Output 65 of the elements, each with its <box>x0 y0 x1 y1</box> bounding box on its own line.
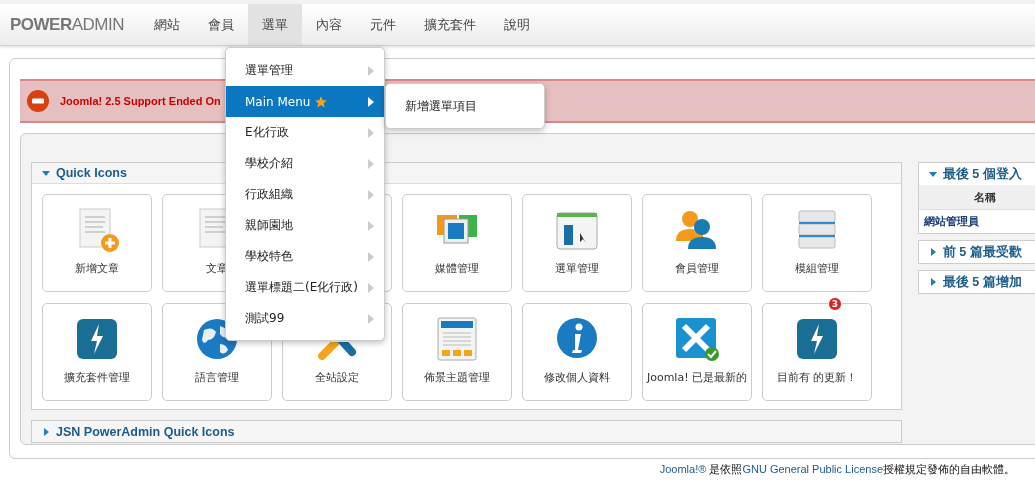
card-label: 語言管理 <box>195 370 239 385</box>
card-label: 媒體管理 <box>435 261 479 276</box>
caret-icon <box>368 65 374 76</box>
caret-icon <box>368 282 374 293</box>
nav-item[interactable]: 說明 <box>490 4 544 45</box>
caret-icon <box>368 313 374 324</box>
card-label: 修改個人資料 <box>544 370 610 385</box>
caret-icon <box>368 158 374 169</box>
quick-icon-card[interactable]: 選單管理 <box>522 194 632 292</box>
caret-icon <box>368 127 374 138</box>
menu-item-label: Main Menu <box>245 94 311 109</box>
quick-icon-card[interactable]: 擴充套件管理 <box>42 303 152 401</box>
disclosure-triangle-icon <box>42 169 50 177</box>
panel-header[interactable]: JSN PowerAdmin Quick Icons <box>32 421 901 442</box>
card-label: 會員管理 <box>675 261 719 276</box>
license-link[interactable]: GNU General Public License <box>742 463 883 475</box>
quick-icon-card[interactable]: 模組管理 <box>762 194 872 292</box>
menu-item[interactable]: 選單管理 <box>226 55 384 86</box>
disclosure-triangle-icon <box>928 248 937 256</box>
nav-item[interactable]: 選單 <box>248 4 302 45</box>
panel-title: JSN PowerAdmin Quick Icons <box>56 424 235 439</box>
disclosure-triangle-icon <box>928 278 937 286</box>
logo: POWERADMIN <box>9 13 125 36</box>
card-label: 選單管理 <box>555 261 599 276</box>
disclosure-triangle-icon <box>928 170 937 178</box>
count-badge: 3 <box>828 297 842 311</box>
caret-icon <box>368 189 374 200</box>
panel-title: 最後 5 篇增加 <box>942 273 1022 291</box>
nav-item[interactable]: 擴充套件 <box>410 4 490 45</box>
card-label: 佈景主題管理 <box>424 370 490 385</box>
panel-title: Quick Icons <box>56 166 127 180</box>
quick-icon-card[interactable]: 新增文章 <box>42 194 152 292</box>
card-label: 模組管理 <box>795 261 839 276</box>
alert-message: Joomla! 2.5 Support Ended On <box>60 95 221 107</box>
panel-title: 最後 5 個登入 <box>942 165 1022 183</box>
caret-icon <box>368 220 374 231</box>
quick-icon-card[interactable]: 會員管理 <box>642 194 752 292</box>
caret-icon <box>368 96 374 107</box>
menu-item[interactable]: Main Menu <box>226 86 384 117</box>
menu-item[interactable]: E化行政 <box>226 117 384 148</box>
card-label: Joomla! 已是最新的 <box>646 370 748 385</box>
card-label: 擴充套件管理 <box>64 370 130 385</box>
footer-text: Joomla!® 是依照GNU General Public License授權規定發佈的自由軟體。 <box>659 462 1015 477</box>
card-label: 全站設定 <box>315 370 359 385</box>
table-cell: 網站管理員 <box>918 209 1035 233</box>
tools-icon <box>316 342 358 362</box>
quick-icon-card[interactable]: 修改個人資料 <box>522 303 632 401</box>
nav-item[interactable]: 元件 <box>356 4 410 45</box>
quick-icon-card[interactable]: Joomla! 已是最新的 <box>642 303 752 401</box>
joomla-link[interactable]: Joomla!® <box>659 463 707 475</box>
submenu-item[interactable]: 新增選單項目 <box>405 97 477 115</box>
card-label: 目前有 的更新！ <box>776 370 858 385</box>
quick-icon-card[interactable]: 佈景主題管理 <box>402 303 512 401</box>
card-label: 新增文章 <box>75 261 119 276</box>
menu-item-label: 選單管理 <box>245 62 293 79</box>
panel-title: 前 5 篇最受歡 <box>942 243 1022 261</box>
caret-icon <box>368 251 374 262</box>
stop-icon <box>26 89 50 113</box>
nav-item[interactable]: 內容 <box>302 4 356 45</box>
nav-item[interactable]: 網站 <box>140 4 194 45</box>
menu-item-label: E化行政 <box>245 124 289 141</box>
column-header: 名稱 <box>918 185 1035 209</box>
quick-icon-card[interactable]: 媒體管理 <box>402 194 512 292</box>
disclosure-triangle-icon <box>42 427 50 436</box>
nav-item[interactable]: 會員 <box>194 4 248 45</box>
